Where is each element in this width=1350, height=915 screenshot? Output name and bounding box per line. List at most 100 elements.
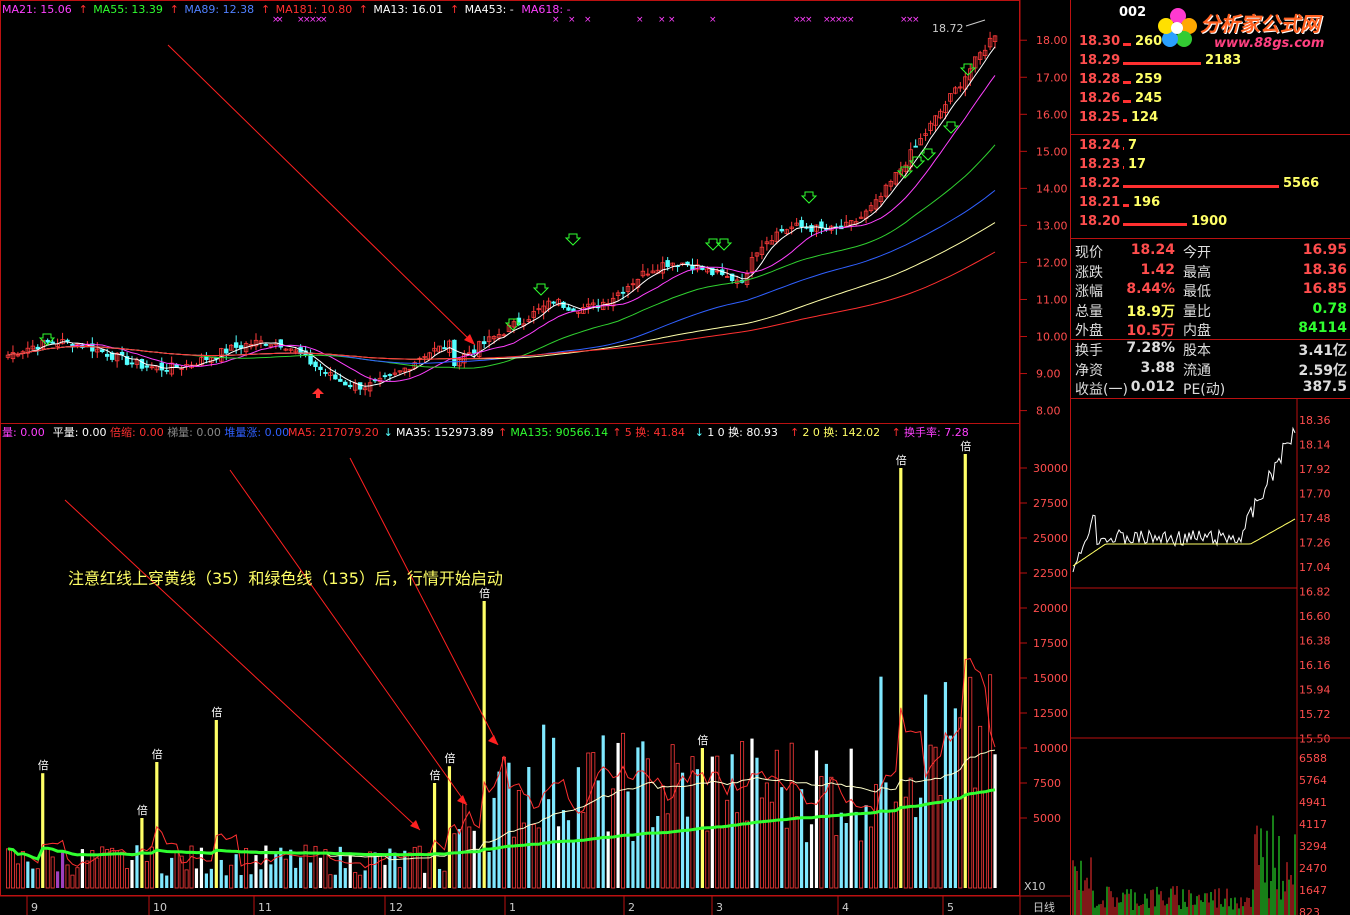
volume-bar: [884, 782, 888, 888]
volume-bar: [85, 860, 90, 889]
volume-bar: [839, 812, 843, 888]
marker-x: ×: [668, 15, 676, 25]
volume-bar: [259, 869, 263, 888]
intraday-volume-label: 6588: [1299, 752, 1327, 765]
marker-x: ×: [805, 15, 813, 25]
volume-bar: [269, 864, 273, 888]
intraday-tick-label: 18.36: [1299, 414, 1331, 427]
candle-body: [566, 307, 571, 311]
volume-bar: [536, 827, 541, 889]
volume-legend-item: ↑: [892, 426, 901, 439]
volume-legend-item: 5 换: 41.84: [625, 425, 685, 439]
volume-bar: [621, 732, 626, 889]
candle-body: [333, 374, 338, 380]
volume-bar: [899, 468, 903, 888]
volume-bar: [869, 826, 874, 889]
multiple-marker: 倍: [137, 803, 148, 817]
marker-x: ×: [568, 15, 576, 25]
volume-bar: [125, 868, 130, 889]
volume-bar: [135, 845, 139, 888]
candle-body: [819, 221, 824, 229]
volume-bar: [328, 874, 333, 889]
info-v1: 1.42: [1140, 261, 1175, 278]
top-legend-item: ↑: [359, 3, 368, 16]
quote-price: 18.25: [1079, 110, 1121, 125]
volume-bar: [983, 791, 988, 889]
volume-bar: [561, 810, 566, 888]
volume-bar: [26, 861, 30, 888]
quote-price: 18.29: [1079, 53, 1121, 68]
volume-bar: [958, 717, 963, 889]
volume-bar: [437, 868, 442, 888]
buy-arrow-icon: [959, 63, 977, 76]
top-legend-item: MA13: 16.01: [373, 3, 443, 16]
volume-bar: [730, 754, 734, 888]
quote-price: 18.23: [1079, 157, 1121, 172]
volume-bar: [542, 724, 546, 888]
price-tick-label: 12.00: [1036, 256, 1068, 269]
volume-bar: [397, 867, 402, 889]
info-l1: 净资: [1075, 362, 1103, 379]
quote-volume-bar: [1123, 100, 1131, 103]
buy-arrow-icon: [715, 238, 733, 251]
info-l2: 内盘: [1183, 323, 1211, 339]
main-chart[interactable]: 18.0017.0016.0015.0014.0013.0012.0011.00…: [0, 0, 1070, 915]
multiple-marker: 倍: [211, 705, 222, 719]
volume-bar: [358, 874, 363, 889]
volume-bar: [591, 752, 596, 889]
volume-bar: [759, 797, 764, 889]
volume-bar: [859, 840, 864, 889]
volume-bar: [814, 750, 819, 888]
marker-x: ×: [320, 15, 328, 25]
volume-bar: [601, 735, 605, 888]
volume-tick-label: 7500: [1033, 777, 1061, 790]
volume-bar: [993, 754, 997, 888]
multiple-marker: 倍: [444, 751, 455, 765]
volume-bar: [6, 848, 11, 889]
info-l2: 最高: [1183, 264, 1211, 281]
info-row: 净资 3.88 流通 2.59亿: [1071, 360, 1350, 379]
volume-bar: [115, 850, 120, 889]
top-legend-item: MA21: 15.06: [2, 3, 72, 16]
candle-body: [665, 260, 670, 267]
candle-body: [382, 375, 388, 378]
quote-volume-bar: [1123, 185, 1279, 188]
volume-bar: [174, 851, 179, 889]
buy-arrow-icon: [564, 233, 582, 246]
volume-bar: [924, 694, 928, 888]
volume-legend-item: 换手率: 7.28: [904, 425, 969, 439]
logo: 分析家公式网 www.88gs.com: [1158, 4, 1348, 56]
price-tick-label: 13.00: [1036, 219, 1068, 232]
candle-body: [224, 348, 229, 354]
info-l2: 最低: [1183, 284, 1211, 300]
ma-line: [7, 222, 996, 360]
candle-body: [159, 362, 164, 371]
volume-bar: [56, 871, 60, 888]
info-v1: 0.012: [1130, 379, 1175, 395]
volume-tick-label: 12500: [1033, 707, 1068, 720]
volume-bar: [764, 782, 769, 889]
date-label: 4: [842, 901, 849, 914]
candle-body: [129, 362, 135, 365]
price-tick-label: 8.00: [1036, 405, 1061, 418]
volume-bar: [299, 857, 303, 888]
info-l1: 换手: [1075, 343, 1103, 359]
volume-bar: [155, 762, 159, 888]
intraday-tick-label: 16.16: [1299, 659, 1331, 672]
candle-body: [387, 374, 393, 376]
candle-body: [338, 378, 343, 382]
volume-bar: [75, 867, 80, 889]
info-l2: 今开: [1183, 245, 1211, 261]
stock-code: 002: [1119, 5, 1147, 20]
intraday-tick-label: 15.94: [1299, 684, 1331, 697]
multiple-marker: 倍: [430, 768, 441, 782]
intraday-chart[interactable]: 18.36 18.14 17.92 17.70 17.48 17.26 17.04 16.82…: [1071, 398, 1350, 915]
top-legend-item: MA618: -: [521, 3, 570, 16]
candle-body: [164, 369, 169, 372]
volume-legend-item: 1 0 换: 80.93: [707, 425, 778, 439]
candle-body: [313, 361, 318, 368]
info-l1: 涨幅: [1075, 284, 1103, 300]
quote-volume-bar: [1123, 223, 1187, 226]
volume-bar: [353, 872, 358, 889]
buy-arrow-icon: [532, 283, 550, 296]
